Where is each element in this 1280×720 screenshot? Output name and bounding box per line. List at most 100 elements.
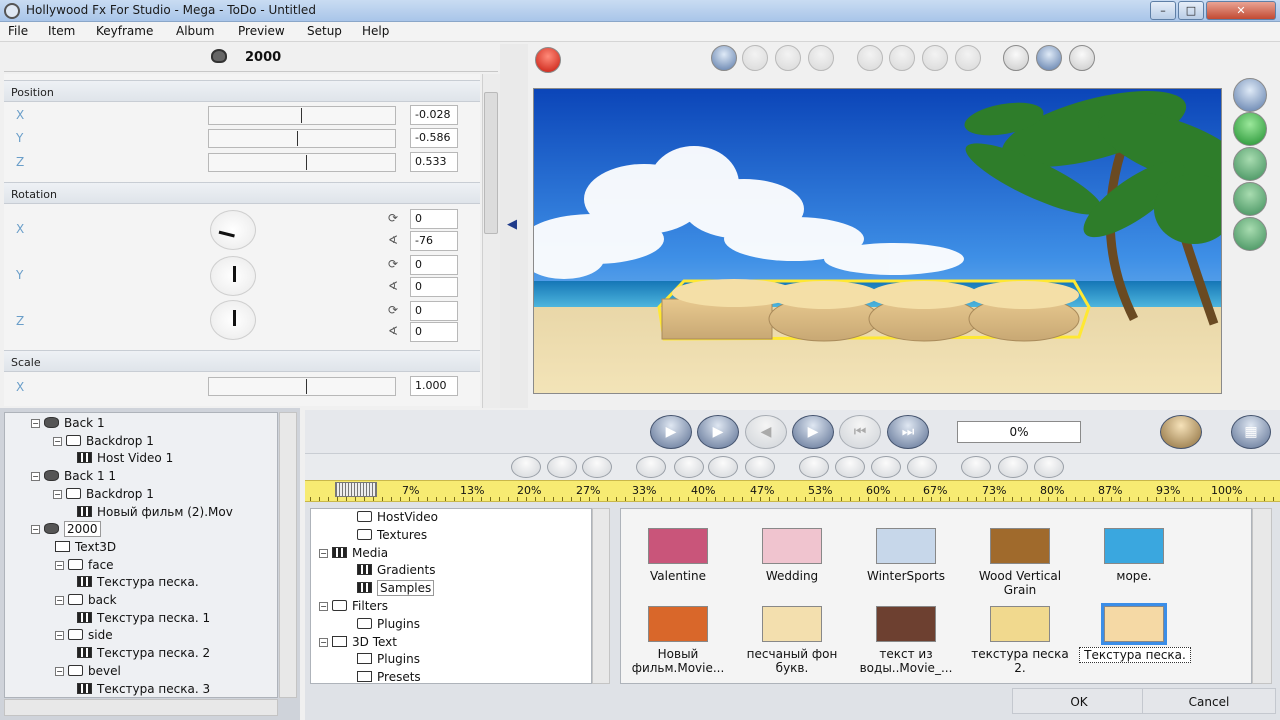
tree-item[interactable]: Текстура песка. 1 [77, 611, 210, 628]
rotation-z-dial[interactable] [210, 300, 256, 340]
expand-toggle-icon[interactable]: − [53, 489, 62, 499]
kf-tool-button[interactable] [799, 456, 829, 478]
expand-toggle-icon[interactable]: − [319, 602, 328, 611]
tree-item[interactable]: Новый фильм (2).Mov [77, 505, 233, 522]
close-button[interactable]: ✕ [1206, 1, 1276, 20]
rotation-x-turns-field[interactable]: 0 [410, 209, 458, 229]
album-tree-item[interactable]: − Filters [319, 599, 388, 616]
render-key-button[interactable] [1160, 415, 1202, 449]
tree-item[interactable]: − back [55, 593, 117, 610]
album-tree-item[interactable]: Gradients [357, 563, 435, 580]
expand-toggle-icon[interactable]: − [55, 560, 64, 570]
album-tree-item[interactable]: − 3D Text [319, 635, 397, 652]
tree-vertical-scrollbar[interactable] [279, 412, 297, 698]
tree-item[interactable]: − Backdrop 1 [53, 434, 154, 451]
kf-tool-button[interactable] [547, 456, 577, 478]
album-tree-item[interactable]: HostVideo [357, 510, 438, 527]
end-button[interactable]: ⏭ [887, 415, 929, 449]
kf-tool-button[interactable] [1034, 456, 1064, 478]
album-item[interactable]: Wedding [737, 525, 851, 601]
position-x-slider[interactable] [208, 106, 396, 125]
album-tree-item[interactable]: Textures [357, 528, 427, 545]
view-multi-button[interactable] [808, 45, 834, 71]
tree-item[interactable]: − side [55, 628, 113, 645]
wireframe-button[interactable] [1003, 45, 1029, 71]
expand-toggle-icon[interactable]: − [319, 637, 328, 647]
album-tree-scrollbar[interactable] [592, 508, 610, 684]
menu-file[interactable]: File [8, 24, 28, 38]
tree-item[interactable]: − 2000 [31, 521, 101, 539]
album-tree-item[interactable]: Plugins [357, 652, 420, 669]
camera-tool-button[interactable] [857, 45, 883, 71]
scale-x-field[interactable]: 1.000 [410, 376, 458, 396]
play-button[interactable]: ▶ [650, 415, 692, 449]
tree-item[interactable]: Текстура песка. [77, 575, 199, 592]
tree-item[interactable]: − Back 1 1 [31, 469, 116, 486]
path-tool-button[interactable] [922, 45, 948, 71]
timeline-scrubber[interactable] [335, 482, 377, 497]
position-z-slider[interactable] [208, 153, 396, 172]
rotation-x-dial[interactable] [210, 210, 256, 250]
tree-item[interactable]: − Back 1 [31, 416, 105, 433]
position-y-field[interactable]: -0.586 [410, 128, 458, 148]
menu-preview[interactable]: Preview [238, 24, 285, 38]
view-single-button[interactable] [711, 45, 737, 71]
view-quad-button[interactable] [775, 45, 801, 71]
kf-tool-button[interactable] [674, 456, 704, 478]
rotation-section-header[interactable]: Rotation [4, 182, 480, 204]
kf-tool-button[interactable] [961, 456, 991, 478]
rotation-x-angle-field[interactable]: -76 [410, 231, 458, 251]
minimize-button[interactable]: – [1150, 1, 1176, 20]
expand-toggle-icon[interactable]: − [55, 596, 64, 605]
album-item[interactable]: песчаный фон букв. [737, 603, 851, 679]
kf-tool-button[interactable] [907, 456, 937, 478]
scale-tool-button[interactable] [1233, 182, 1267, 216]
expand-toggle-icon[interactable]: − [31, 525, 40, 535]
menu-keyframe[interactable]: Keyframe [96, 24, 153, 38]
album-item[interactable]: Текстура песка. [1079, 603, 1193, 679]
preview-viewport[interactable] [533, 88, 1222, 394]
album-item[interactable]: Wood Vertical Grain [965, 525, 1079, 601]
tree-item[interactable]: − bevel [55, 664, 121, 681]
kf-tool-button[interactable] [582, 456, 612, 478]
rotation-y-dial[interactable] [210, 256, 256, 296]
menu-setup[interactable]: Setup [307, 24, 342, 38]
tree-item[interactable]: − face [55, 558, 114, 575]
move-tool-button[interactable] [1233, 112, 1267, 146]
menu-album[interactable]: Album [176, 24, 214, 38]
zoom-tool-button[interactable] [1233, 217, 1267, 251]
expand-toggle-icon[interactable]: − [319, 548, 328, 558]
kf-tool-button[interactable] [511, 456, 541, 478]
album-item[interactable]: Valentine [623, 525, 737, 601]
position-y-slider[interactable] [208, 129, 396, 148]
tree-item[interactable]: Host Video 1 [77, 451, 173, 468]
expand-toggle-icon[interactable]: − [31, 472, 40, 482]
expand-toggle-icon[interactable]: − [53, 436, 62, 446]
rotate-tool-button[interactable] [1233, 147, 1267, 181]
rotation-y-turns-field[interactable]: 0 [410, 255, 458, 275]
album-tree-item[interactable]: − Media [319, 546, 388, 563]
album-tree-item[interactable]: Plugins [357, 617, 420, 634]
next-frame-button[interactable]: ▶ [792, 415, 834, 449]
kf-tool-button[interactable] [998, 456, 1028, 478]
kf-tool-button[interactable] [708, 456, 738, 478]
album-grid-scrollbar[interactable] [1252, 508, 1272, 684]
position-x-field[interactable]: -0.028 [410, 105, 458, 125]
rewind-button[interactable]: ⏮ [839, 415, 881, 449]
rotation-z-turns-field[interactable]: 0 [410, 301, 458, 321]
ok-button[interactable]: OK [1012, 688, 1146, 714]
light-tool-button[interactable] [889, 45, 915, 71]
album-item[interactable]: текстура песка 2. [965, 603, 1079, 679]
tree-item[interactable]: Text3D [55, 540, 116, 557]
expand-toggle-icon[interactable]: − [55, 666, 64, 676]
view-split-button[interactable] [742, 45, 768, 71]
collapse-arrow-icon[interactable]: ◀ [507, 217, 517, 232]
previous-frame-button[interactable]: ◀ [745, 415, 787, 449]
tree-item[interactable]: Текстура песка. 3 [77, 682, 210, 698]
kf-tool-button[interactable] [745, 456, 775, 478]
rotation-z-angle-field[interactable]: 0 [410, 322, 458, 342]
timeline-ruler[interactable] [305, 480, 1280, 502]
album-item[interactable]: море. [1079, 525, 1193, 601]
grid-tool-button[interactable] [955, 45, 981, 71]
cancel-button[interactable]: Cancel [1142, 688, 1276, 714]
